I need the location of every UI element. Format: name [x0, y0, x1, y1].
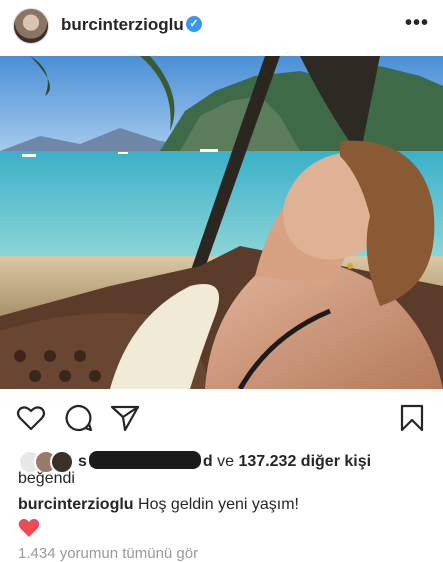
red-heart-emoji	[18, 518, 40, 537]
post-caption: burcinterzioglu Hoş geldin yeni yaşım!	[18, 496, 299, 514]
liker-name-start[interactable]: s	[78, 453, 87, 470]
comment-bubble-icon[interactable]	[64, 403, 94, 433]
view-all-comments-link[interactable]: 1.434 yorumun tümünü gör	[18, 545, 198, 562]
paper-plane-icon[interactable]	[110, 403, 140, 433]
redacted-username	[88, 451, 201, 469]
post-header: burcinterzioglu ✓ •••	[0, 0, 443, 56]
post-actions	[0, 389, 443, 445]
verified-badge-icon: ✓	[186, 16, 202, 32]
caption-text: Hoş geldin yeni yaşım!	[138, 496, 299, 513]
bookmark-icon[interactable]	[397, 403, 427, 433]
heart-outline-icon[interactable]	[16, 403, 46, 433]
caption-username[interactable]: burcinterzioglu	[18, 496, 134, 513]
liker-name-end[interactable]: d	[203, 453, 213, 470]
liker-avatars[interactable]	[18, 450, 74, 474]
likes-count[interactable]: 137.232	[239, 453, 297, 470]
likes-connector: ve	[217, 453, 235, 470]
liked-label: beğendi	[18, 470, 75, 487]
likes-section: s d ve 137.232 diğer kişi beğendi	[0, 446, 443, 492]
post-username[interactable]: burcinterzioglu	[61, 15, 184, 35]
likes-others-label[interactable]: diğer kişi	[301, 453, 371, 470]
post-photo[interactable]	[0, 56, 443, 389]
avatar[interactable]	[13, 8, 49, 44]
more-options-icon[interactable]: •••	[405, 12, 429, 35]
beach-hammock-photo	[0, 56, 443, 389]
likes-summary[interactable]: s d ve 137.232 diğer kişi	[78, 451, 371, 471]
